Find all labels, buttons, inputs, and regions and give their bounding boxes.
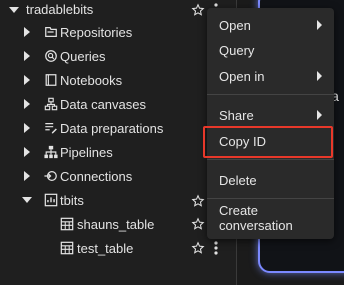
more-actions-icon[interactable] <box>214 241 218 255</box>
menu-divider <box>207 198 334 199</box>
explorer-tree: tradablebits Repositories Queries Notebo… <box>0 0 236 285</box>
tree-item-table[interactable]: test_table <box>0 236 236 260</box>
chevron-right-icon[interactable] <box>24 171 30 181</box>
star-icon[interactable] <box>191 194 205 208</box>
chevron-right-icon[interactable] <box>24 75 30 85</box>
tree-item-table[interactable]: shauns_table <box>0 212 236 236</box>
tree-item-repositories[interactable]: Repositories <box>0 20 236 44</box>
tree-item-dataset-tbits[interactable]: tbits <box>0 188 236 212</box>
menu-item-query[interactable]: Query <box>207 38 334 62</box>
table-icon <box>60 217 74 231</box>
tree-item-label: tbits <box>60 193 84 208</box>
tree-item-data-preparations[interactable]: Data preparations <box>0 116 236 140</box>
menu-item-share[interactable]: Share <box>207 103 334 127</box>
menu-item-open[interactable]: Open <box>207 13 334 37</box>
menu-item-open-in[interactable]: Open in <box>207 64 334 88</box>
context-menu: Open Query Open in Share Copy ID Delete … <box>207 8 334 239</box>
connection-icon <box>44 169 58 183</box>
submenu-arrow-icon <box>317 20 322 30</box>
data-preparation-icon <box>44 121 58 135</box>
tree-item-label: Connections <box>60 169 133 184</box>
menu-item-label: Delete <box>219 172 257 188</box>
tree-item-label: test_table <box>77 241 134 256</box>
chevron-right-icon[interactable] <box>24 51 30 61</box>
tree-item-label: Queries <box>60 49 106 64</box>
project-label: tradablebits <box>26 2 94 17</box>
copy-id-highlight <box>203 126 333 158</box>
tree-item-data-canvases[interactable]: Data canvases <box>0 92 236 116</box>
menu-divider <box>207 94 334 95</box>
tree-item-label: Data canvases <box>60 97 146 112</box>
tree-item-pipelines[interactable]: Pipelines <box>0 140 236 164</box>
table-icon <box>60 241 74 255</box>
submenu-arrow-icon <box>317 110 322 120</box>
chevron-right-icon[interactable] <box>24 27 30 37</box>
submenu-arrow-icon <box>317 71 322 81</box>
chevron-right-icon[interactable] <box>24 99 30 109</box>
menu-divider <box>207 159 334 160</box>
repository-icon <box>44 25 58 39</box>
star-icon[interactable] <box>191 241 205 255</box>
menu-item-label: Open <box>219 17 251 33</box>
menu-item-label: Create conversation <box>219 203 293 233</box>
query-icon <box>44 49 58 63</box>
tree-item-label: Repositories <box>60 25 133 40</box>
chevron-down-icon[interactable] <box>9 7 19 13</box>
tree-item-label: Data preparations <box>60 121 164 136</box>
menu-item-create-conversation[interactable]: Create conversation <box>207 203 334 233</box>
data-canvas-icon <box>44 97 58 111</box>
tree-item-label: Notebooks <box>60 73 123 88</box>
dataset-icon <box>44 193 58 207</box>
tree-item-label: shauns_table <box>77 217 155 232</box>
pipeline-icon <box>44 145 58 159</box>
menu-item-label: Open in <box>219 68 265 84</box>
chevron-down-icon[interactable] <box>22 197 32 203</box>
menu-item-delete[interactable]: Delete <box>207 168 334 192</box>
tree-item-connections[interactable]: Connections <box>0 164 236 188</box>
tree-root-project[interactable]: tradablebits <box>0 0 236 22</box>
chevron-right-icon[interactable] <box>24 123 30 133</box>
chevron-right-icon[interactable] <box>24 147 30 157</box>
star-icon[interactable] <box>191 217 205 231</box>
star-icon[interactable] <box>191 3 205 17</box>
menu-item-label: Query <box>219 42 255 58</box>
tree-item-queries[interactable]: Queries <box>0 44 236 68</box>
menu-item-label: Share <box>219 107 254 123</box>
notebook-icon <box>44 73 58 87</box>
tree-item-label: Pipelines <box>60 145 113 160</box>
tree-item-notebooks[interactable]: Notebooks <box>0 68 236 92</box>
